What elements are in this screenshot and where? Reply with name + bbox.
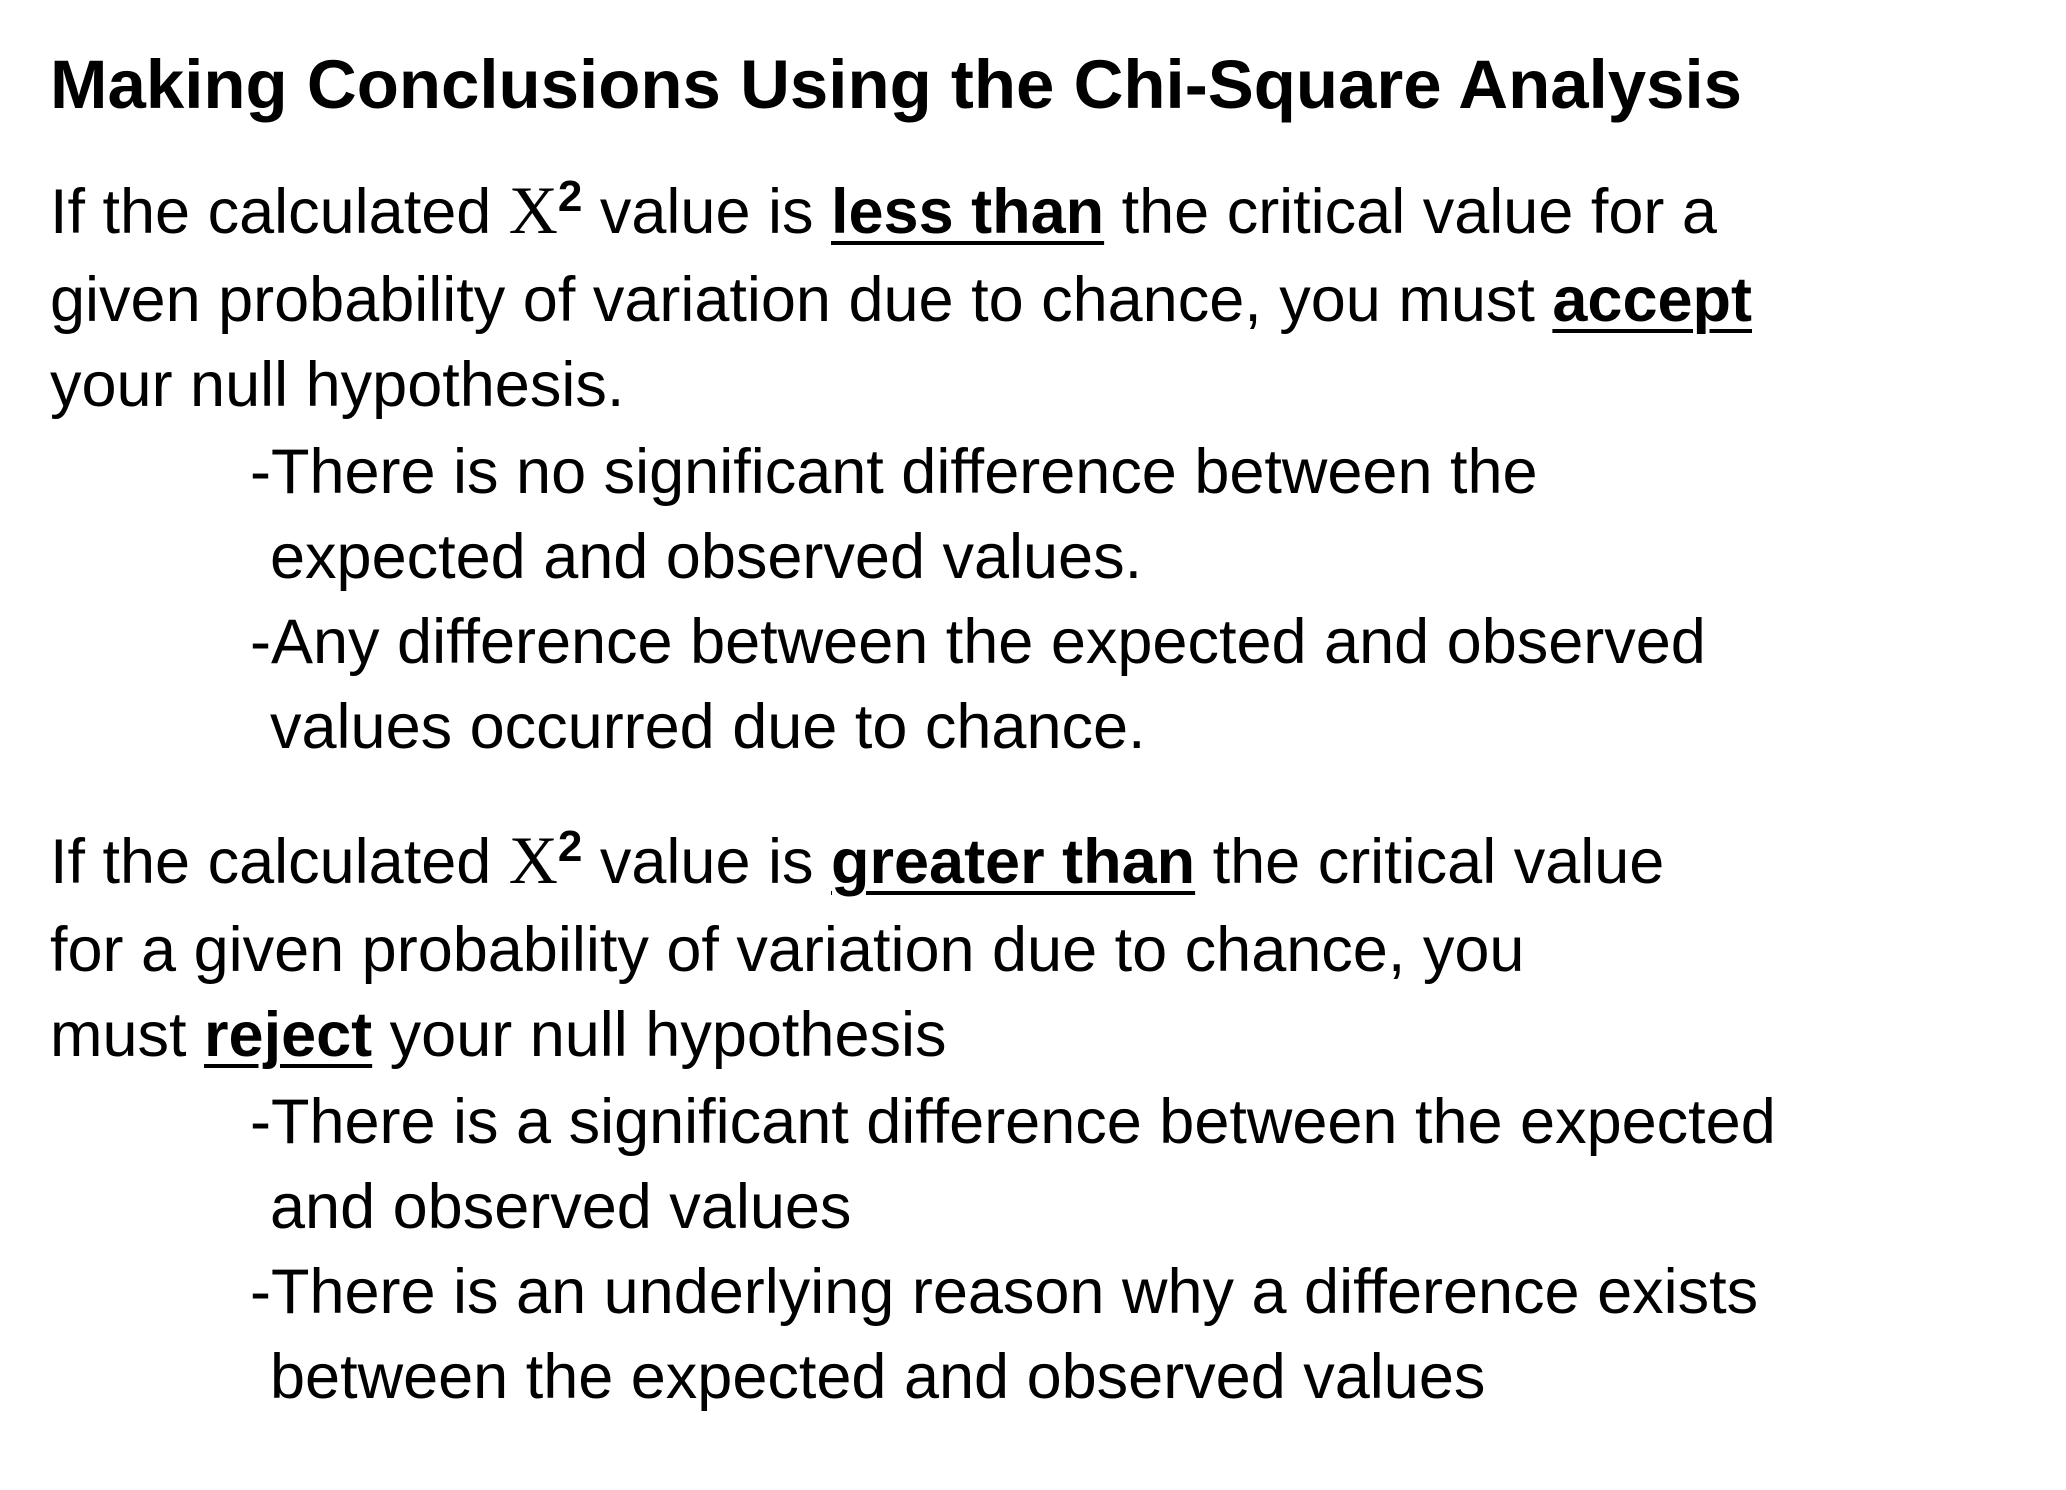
paragraph-line: If the calculated X2 value is greater th… — [50, 815, 1664, 905]
paragraph-line: for a given probability of variation due… — [50, 905, 1664, 995]
text-run: value is — [582, 177, 831, 247]
text-run: If the calculated — [50, 177, 509, 247]
chi-exponent: 2 — [557, 172, 583, 221]
bullet-line: -There is a significant difference betwe… — [250, 1087, 1776, 1157]
chi-exponent: 2 — [557, 822, 583, 871]
text-run: value is — [582, 827, 831, 897]
text-run: your null hypothesis — [372, 1000, 947, 1070]
bullet-line: expected and observed values. — [270, 522, 1143, 592]
slide: Making Conclusions Using the Chi-Square … — [50, 40, 2040, 1412]
text-run: the critical value for a — [1104, 177, 1717, 247]
emphasis-less-than: less than — [831, 177, 1105, 247]
paragraph-line: must reject your null hypothesis — [50, 995, 1664, 1075]
bullet-line: -There is an underlying reason why a dif… — [250, 1257, 1759, 1327]
emphasis-reject: reject — [204, 1000, 373, 1070]
list-item: -Any difference between the expected and… — [250, 600, 2010, 770]
list-item: -There is an underlying reason why a dif… — [250, 1250, 2010, 1420]
emphasis-accept: accept — [1552, 265, 1752, 335]
list-item: -There is a significant difference betwe… — [250, 1080, 2010, 1250]
bullet-line: and observed values — [270, 1172, 852, 1242]
bullet-line: between the expected and observed values — [270, 1342, 1486, 1412]
bullet-line: -There is no significant difference betw… — [250, 437, 1538, 507]
page-title: Making Conclusions Using the Chi-Square … — [50, 46, 1743, 123]
paragraph-line: your null hypothesis. — [50, 345, 1752, 425]
paragraph-line: given probability of variation due to ch… — [50, 255, 1752, 345]
accept-conclusion-paragraph: If the calculated X2 value is less than … — [50, 165, 1752, 425]
chi-letter: X — [508, 822, 558, 898]
bullet-line: values occurred due to chance. — [270, 692, 1146, 762]
text-run: If the calculated — [50, 827, 509, 897]
chi-square-symbol: X2 — [509, 822, 583, 898]
emphasis-greater-than: greater than — [831, 827, 1196, 897]
chi-letter: X — [508, 172, 558, 248]
bullet-line: -Any difference between the expected and… — [250, 607, 1706, 677]
text-run: given probability of variation due to ch… — [50, 265, 1553, 335]
reject-implications-list: -There is a significant difference betwe… — [50, 1080, 2010, 1420]
text-run: for a given probability of variation due… — [50, 915, 1525, 985]
reject-conclusion-paragraph: If the calculated X2 value is greater th… — [50, 815, 1664, 1075]
paragraph-line: If the calculated X2 value is less than … — [50, 165, 1752, 255]
chi-square-symbol: X2 — [509, 172, 583, 248]
list-item: -There is no significant difference betw… — [250, 430, 2010, 600]
text-run: must — [50, 1000, 205, 1070]
accept-implications-list: -There is no significant difference betw… — [50, 430, 2010, 770]
text-run: your null hypothesis. — [50, 350, 625, 420]
text-run: the critical value — [1195, 827, 1665, 897]
